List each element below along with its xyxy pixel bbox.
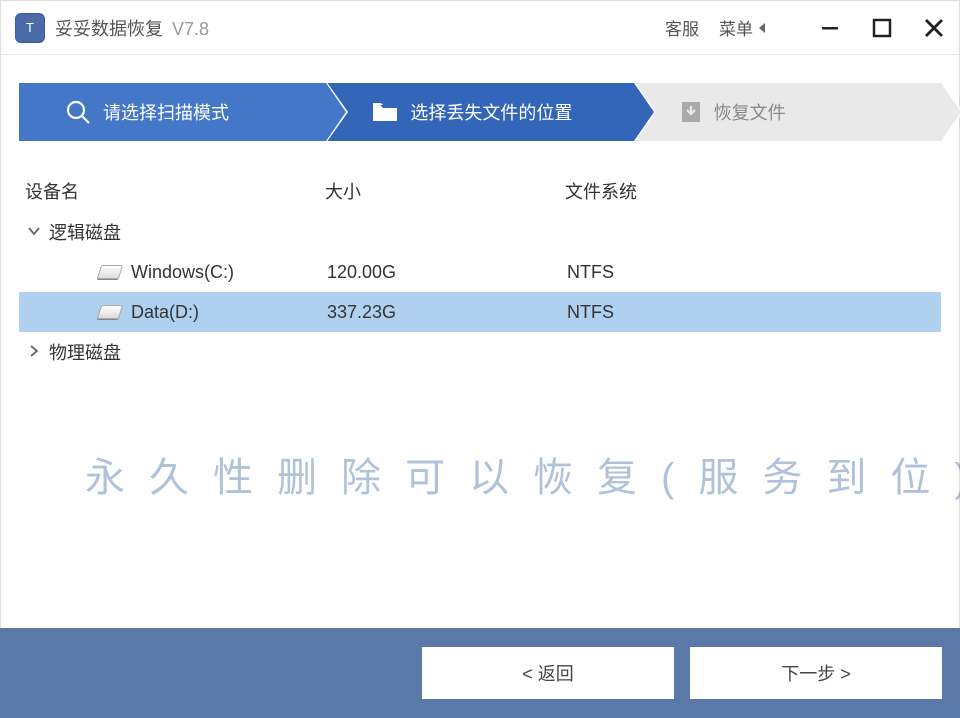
download-icon xyxy=(680,101,702,123)
group-label: 物理磁盘 xyxy=(49,339,121,365)
app-logo-icon: T xyxy=(15,13,45,43)
watermark-text: 永久性删除可以恢复(服务到位)恢复 xyxy=(85,445,960,503)
step-select-location[interactable]: 选择丢失文件的位置 xyxy=(326,83,633,141)
drive-fs: NTFS xyxy=(567,302,941,323)
app-name: 妥妥数据恢复 xyxy=(55,19,163,39)
header-name: 设备名 xyxy=(25,178,325,204)
header-fs: 文件系统 xyxy=(565,178,935,204)
step-label: 恢复文件 xyxy=(714,99,786,125)
title-bar: T 妥妥数据恢复 V7.8 客服 菜单 xyxy=(1,1,959,55)
search-icon xyxy=(65,99,91,125)
back-button[interactable]: < 返回 xyxy=(422,647,674,699)
step-scan-mode[interactable]: 请选择扫描模式 xyxy=(19,83,326,141)
step-recover: 恢复文件 xyxy=(634,83,941,141)
step-label: 请选择扫描模式 xyxy=(103,99,229,125)
group-label: 逻辑磁盘 xyxy=(49,219,121,245)
close-button[interactable] xyxy=(923,17,945,39)
app-title: 妥妥数据恢复 V7.8 xyxy=(55,15,209,41)
chevron-right-icon xyxy=(27,342,43,363)
minimize-icon xyxy=(820,18,840,38)
app-version: V7.8 xyxy=(172,19,209,39)
group-logical-disks[interactable]: 逻辑磁盘 xyxy=(19,212,941,252)
group-physical-disks[interactable]: 物理磁盘 xyxy=(19,332,941,372)
next-button[interactable]: 下一步 > xyxy=(690,647,942,699)
stepper: 请选择扫描模式 选择丢失文件的位置 恢复文件 xyxy=(1,55,959,141)
drive-row-c[interactable]: Windows(C:) 120.00G NTFS xyxy=(19,252,941,292)
drive-fs: NTFS xyxy=(567,262,941,283)
minimize-button[interactable] xyxy=(819,17,841,39)
table-header: 设备名 大小 文件系统 xyxy=(19,169,941,212)
folder-icon xyxy=(372,101,398,123)
menu-link[interactable]: 菜单 xyxy=(719,15,769,40)
maximize-button[interactable] xyxy=(871,17,893,39)
drive-row-d[interactable]: Data(D:) 337.23G NTFS xyxy=(19,292,941,332)
header-size: 大小 xyxy=(325,178,565,204)
device-table: 设备名 大小 文件系统 逻辑磁盘 Windows(C:) 120.00G NTF… xyxy=(1,169,959,372)
step-label: 选择丢失文件的位置 xyxy=(410,99,572,125)
drive-size: 120.00G xyxy=(327,262,567,283)
drive-name: Data(D:) xyxy=(131,302,199,323)
title-actions: 客服 菜单 xyxy=(665,15,945,40)
triangle-left-icon xyxy=(757,22,769,34)
drive-icon xyxy=(97,265,124,279)
menu-label: 菜单 xyxy=(719,15,753,40)
support-link[interactable]: 客服 xyxy=(665,15,699,40)
drive-size: 337.23G xyxy=(327,302,567,323)
drive-icon xyxy=(97,305,124,319)
drive-name: Windows(C:) xyxy=(131,262,234,283)
close-icon xyxy=(923,17,945,39)
chevron-down-icon xyxy=(27,222,43,243)
footer: < 返回 下一步 > xyxy=(0,628,960,718)
maximize-icon xyxy=(872,18,892,38)
